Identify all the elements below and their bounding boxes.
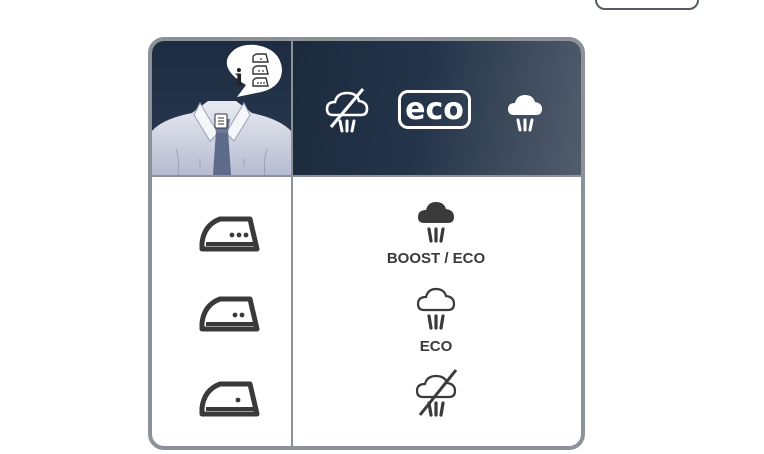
no-steam-icon [325,88,369,133]
column-divider [291,41,293,446]
iron-1-dot-icon [199,381,260,417]
iron-2-dots-icon [199,296,260,332]
eco-label: ECO [419,338,453,355]
corner-frame [595,0,699,10]
steam-cloud-icon [508,95,542,132]
info-icon: i [234,65,244,91]
boost-steam-icon [418,202,454,243]
boost-eco-label: BOOST / ECO [386,250,486,267]
header-divider [152,175,581,177]
no-steam-setting-icon [415,369,458,417]
steam-setting-table: i eco BOOST / ECO ECO [148,37,585,450]
iron-3-dots-icon [199,216,260,252]
eco-badge: eco [398,90,471,129]
shirt-header-cell: i [152,41,291,175]
eco-steam-icon [416,287,456,330]
shirt-illustration [152,44,291,175]
